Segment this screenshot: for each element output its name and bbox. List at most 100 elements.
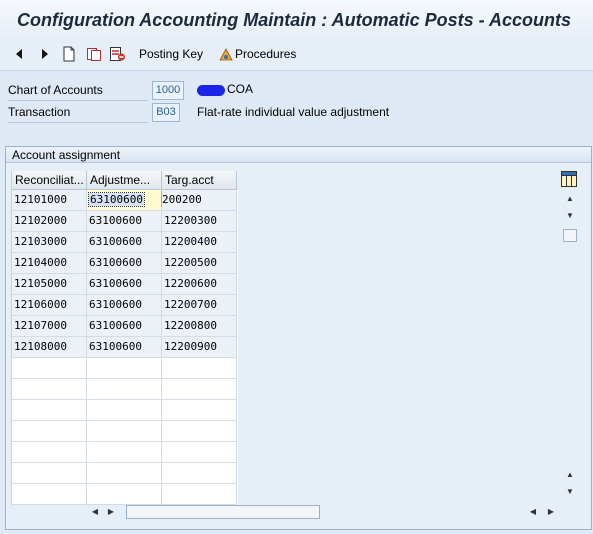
empty-cell[interactable] bbox=[162, 358, 237, 379]
reconciliation-account-cell[interactable]: 12106000 bbox=[12, 295, 87, 316]
empty-cell[interactable] bbox=[12, 442, 87, 463]
table-row[interactable]: 12107000 63100600 12200800 bbox=[12, 316, 238, 337]
column-header-reconciliation[interactable]: Reconciliat... bbox=[12, 171, 87, 190]
empty-cell[interactable] bbox=[87, 484, 162, 505]
empty-table-row[interactable] bbox=[12, 484, 238, 505]
chart-of-accounts-label: Chart of Accounts bbox=[8, 80, 148, 101]
target-account-cell[interactable]: 200200 bbox=[162, 190, 237, 211]
vertical-scroll-thumb[interactable] bbox=[563, 229, 577, 242]
reconciliation-account-cell[interactable]: 12104000 bbox=[12, 253, 87, 274]
target-account-cell[interactable]: 12200300 bbox=[162, 211, 237, 232]
target-account-cell[interactable]: 12200500 bbox=[162, 253, 237, 274]
empty-cell[interactable] bbox=[12, 400, 87, 421]
title-bar: Configuration Accounting Maintain : Auto… bbox=[0, 0, 593, 40]
new-document-icon bbox=[63, 46, 75, 62]
empty-cell[interactable] bbox=[87, 463, 162, 484]
target-account-cell[interactable]: 12200800 bbox=[162, 316, 237, 337]
reconciliation-account-cell[interactable]: 12105000 bbox=[12, 274, 87, 295]
reconciliation-account-cell[interactable]: 12101000 bbox=[12, 190, 87, 211]
copy-as-button[interactable] bbox=[86, 44, 102, 64]
table-row[interactable]: 12102000 63100600 12200300 bbox=[12, 211, 238, 232]
adjustment-account-cell[interactable]: 63100600 bbox=[87, 211, 162, 232]
target-account-cell[interactable]: 12200700 bbox=[162, 295, 237, 316]
horizontal-scrollbar[interactable]: ◀ ▶ ◀ ▶ bbox=[90, 504, 565, 520]
adjustment-account-cell[interactable]: 63100600 bbox=[87, 295, 162, 316]
reconciliation-account-cell[interactable]: 12108000 bbox=[12, 337, 87, 358]
column-header-target-account[interactable]: Targ.acct bbox=[162, 171, 237, 190]
reconciliation-account-cell[interactable]: 12107000 bbox=[12, 316, 87, 337]
empty-table-row[interactable] bbox=[12, 400, 238, 421]
column-header-adjustment[interactable]: Adjustme... bbox=[87, 171, 162, 190]
redaction-mark bbox=[197, 85, 225, 96]
scroll-down-icon[interactable]: ▼ bbox=[565, 212, 575, 220]
empty-table-row[interactable] bbox=[12, 463, 238, 484]
target-account-cell[interactable]: 12200400 bbox=[162, 232, 237, 253]
adjustment-account-cell[interactable]: 63100600 bbox=[87, 337, 162, 358]
empty-cell[interactable] bbox=[87, 379, 162, 400]
scroll-far-right-icon[interactable]: ▶ bbox=[546, 508, 556, 516]
empty-cell[interactable] bbox=[162, 379, 237, 400]
panel-title: Account assignment bbox=[6, 147, 591, 163]
empty-table-row[interactable] bbox=[12, 421, 238, 442]
empty-cell[interactable] bbox=[162, 421, 237, 442]
adjustment-account-cell[interactable]: 63100600 bbox=[87, 316, 162, 337]
empty-table-row[interactable] bbox=[12, 358, 238, 379]
empty-cell[interactable] bbox=[162, 442, 237, 463]
adjustment-account-cell[interactable]: 63100600 bbox=[87, 190, 177, 211]
chart-of-accounts-description: COA bbox=[227, 82, 254, 96]
forward-button[interactable] bbox=[40, 44, 50, 64]
empty-cell[interactable] bbox=[12, 484, 87, 505]
selected-cell-text: 63100600 bbox=[88, 192, 145, 207]
back-arrow-icon bbox=[16, 49, 22, 59]
table-row[interactable]: 12108000 63100600 12200900 bbox=[12, 337, 238, 358]
empty-cell[interactable] bbox=[12, 421, 87, 442]
chart-of-accounts-field[interactable]: 1000 bbox=[152, 81, 184, 100]
adjustment-account-cell[interactable]: 63100600 bbox=[87, 253, 162, 274]
posting-key-button[interactable]: Posting Key bbox=[139, 44, 203, 64]
procedures-icon bbox=[219, 48, 233, 61]
table-row[interactable]: 12103000 63100600 12200400 bbox=[12, 232, 238, 253]
table-row[interactable]: 12104000 63100600 12200500 bbox=[12, 253, 238, 274]
horizontal-scroll-thumb[interactable] bbox=[126, 505, 320, 519]
vertical-scrollbar[interactable]: ▲ ▼ ▲ ▼ bbox=[561, 171, 579, 499]
table-row[interactable]: 12105000 63100600 12200600 bbox=[12, 274, 238, 295]
delete-icon bbox=[110, 47, 125, 61]
empty-cell[interactable] bbox=[12, 379, 87, 400]
scroll-left-icon[interactable]: ◀ bbox=[90, 508, 100, 516]
scroll-far-left-icon[interactable]: ◀ bbox=[528, 508, 538, 516]
adjustment-account-cell[interactable]: 63100600 bbox=[87, 274, 162, 295]
table-row[interactable]: 12101000 63100600 200200 bbox=[12, 190, 238, 211]
empty-cell[interactable] bbox=[162, 400, 237, 421]
scroll-page-down-icon[interactable]: ▼ bbox=[565, 488, 575, 496]
reconciliation-account-cell[interactable]: 12102000 bbox=[12, 211, 87, 232]
empty-cell[interactable] bbox=[87, 400, 162, 421]
transaction-description: Flat-rate individual value adjustment bbox=[197, 105, 390, 119]
back-button[interactable] bbox=[14, 44, 24, 64]
empty-table-row[interactable] bbox=[12, 442, 238, 463]
empty-cell[interactable] bbox=[87, 358, 162, 379]
procedures-button[interactable]: Procedures bbox=[218, 44, 296, 64]
empty-cell[interactable] bbox=[162, 463, 237, 484]
account-grid: Reconciliat... Adjustme... Targ.acct 121… bbox=[11, 171, 238, 505]
transaction-label: Transaction bbox=[8, 102, 148, 123]
reconciliation-account-cell[interactable]: 12103000 bbox=[12, 232, 87, 253]
empty-cell[interactable] bbox=[12, 463, 87, 484]
empty-cell[interactable] bbox=[87, 442, 162, 463]
empty-cell[interactable] bbox=[162, 484, 237, 505]
target-account-cell[interactable]: 12200900 bbox=[162, 337, 237, 358]
grid-header: Reconciliat... Adjustme... Targ.acct bbox=[12, 171, 238, 190]
empty-cell[interactable] bbox=[87, 421, 162, 442]
scroll-right-icon[interactable]: ▶ bbox=[106, 508, 116, 516]
adjustment-account-cell[interactable]: 63100600 bbox=[87, 232, 162, 253]
empty-cell[interactable] bbox=[12, 358, 87, 379]
new-entries-button[interactable] bbox=[62, 44, 76, 64]
transaction-field[interactable]: B03 bbox=[152, 103, 180, 122]
scroll-up-icon[interactable]: ▲ bbox=[565, 195, 575, 203]
window-title: Configuration Accounting Maintain : Auto… bbox=[17, 10, 571, 30]
table-row[interactable]: 12106000 63100600 12200700 bbox=[12, 295, 238, 316]
delete-button[interactable] bbox=[109, 44, 126, 64]
account-assignment-panel: Account assignment Reconciliat... Adjust… bbox=[5, 146, 592, 530]
target-account-cell[interactable]: 12200600 bbox=[162, 274, 237, 295]
empty-table-row[interactable] bbox=[12, 379, 238, 400]
scroll-page-up-icon[interactable]: ▲ bbox=[565, 471, 575, 479]
